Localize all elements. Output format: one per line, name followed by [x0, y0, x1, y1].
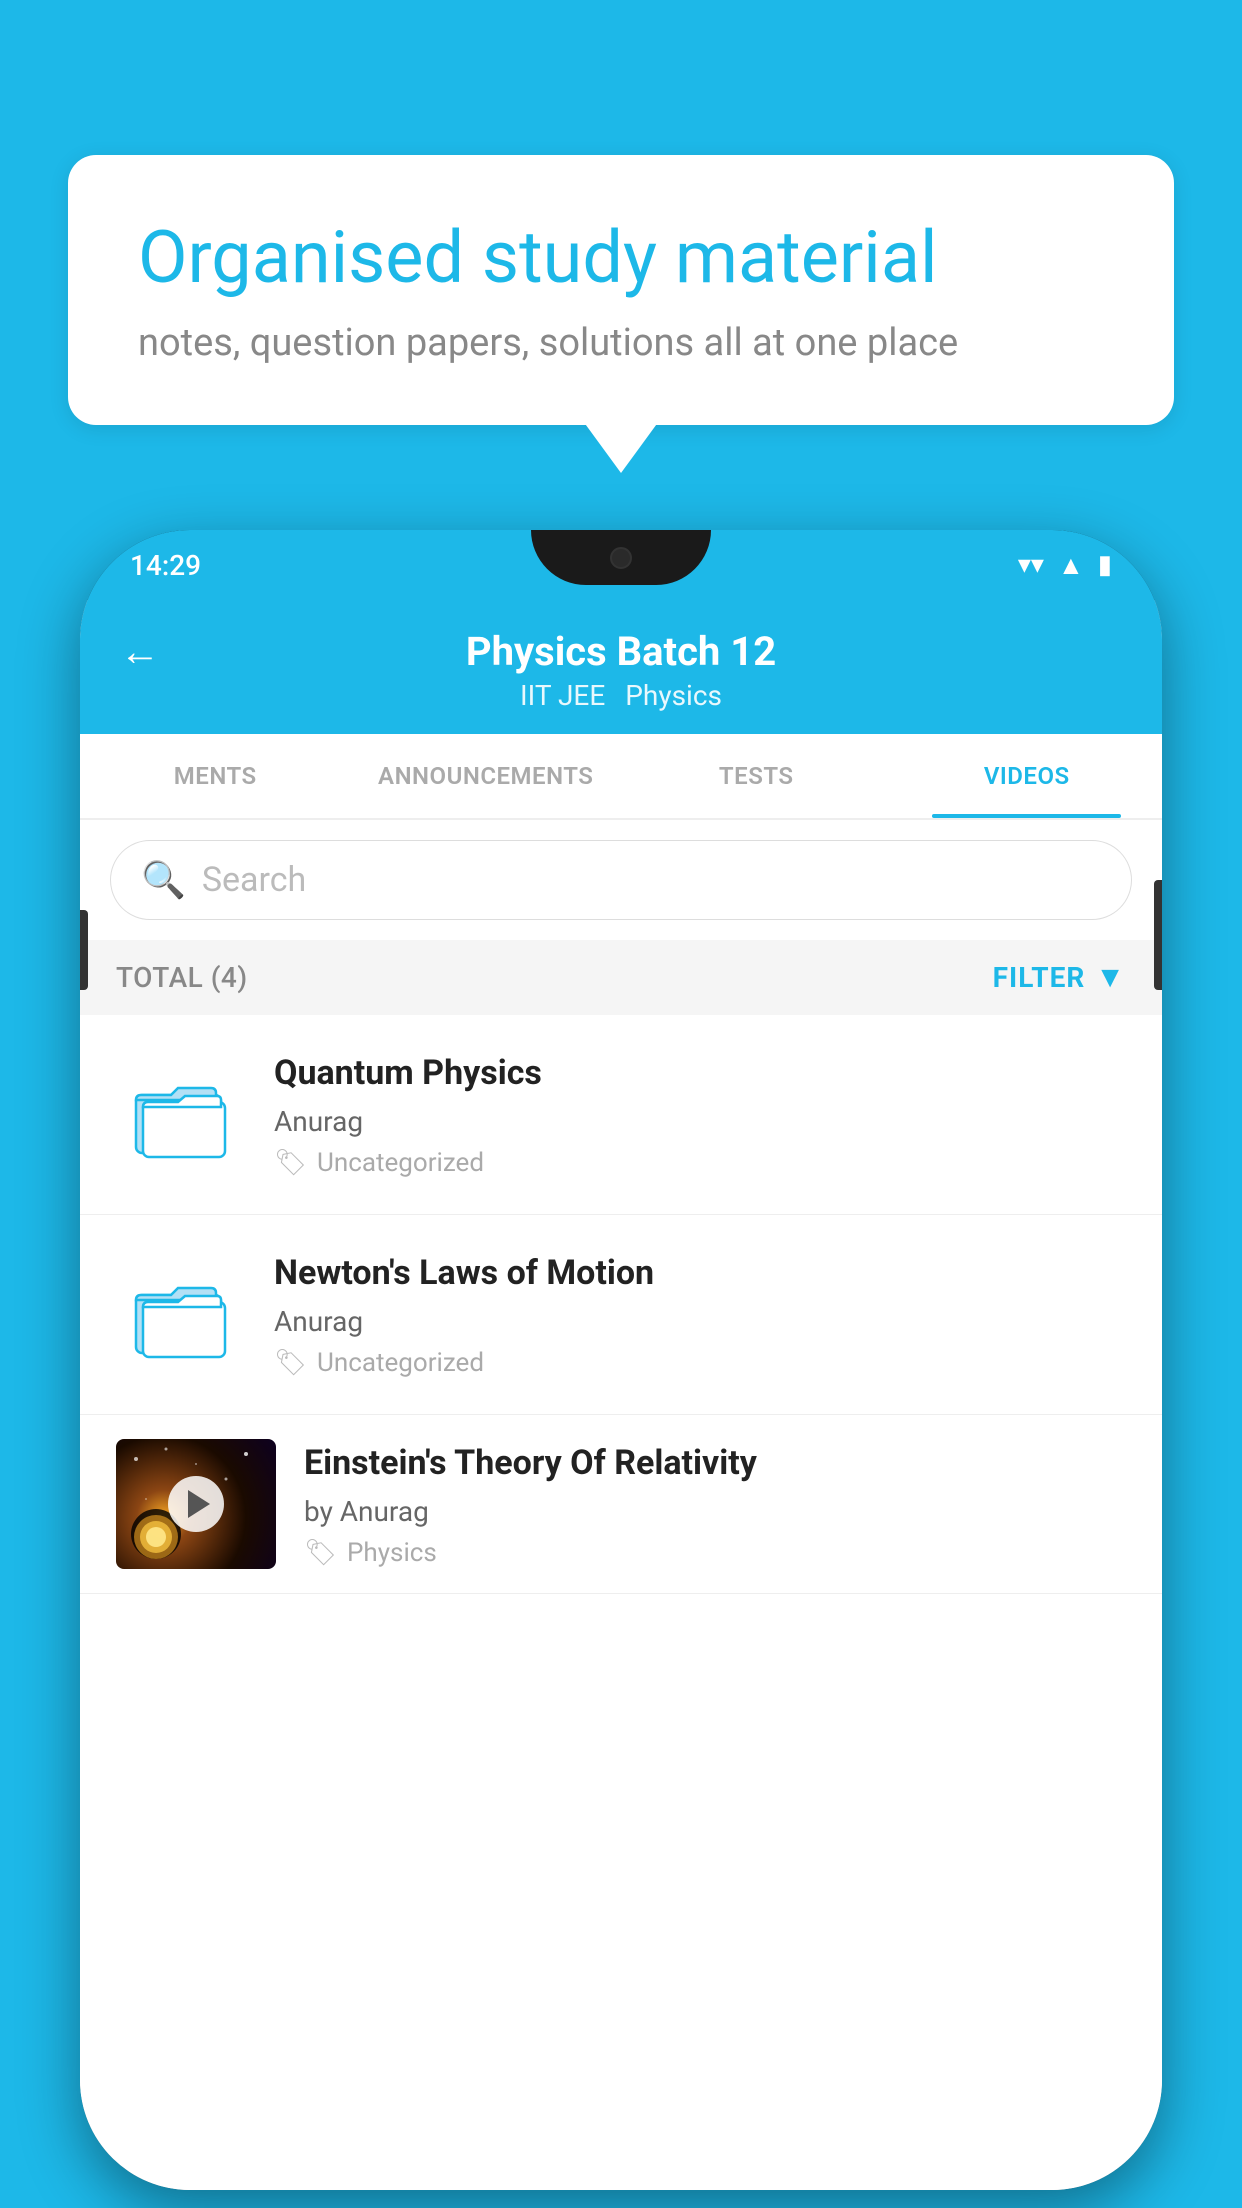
filter-button[interactable]: FILTER ▼	[993, 960, 1126, 995]
status-bar: 14:29 ▾▾ ▲ ▮	[80, 530, 1162, 600]
battery-icon: ▮	[1098, 550, 1112, 580]
folder-icon	[116, 1060, 246, 1170]
video-tag: 🏷 Physics	[304, 1538, 1126, 1568]
tag-icon: 🏷	[304, 1538, 337, 1568]
video-title: Einstein's Theory Of Relativity	[304, 1441, 1126, 1485]
status-icons: ▾▾ ▲ ▮	[1018, 550, 1112, 581]
video-info: Newton's Laws of Motion Anurag 🏷 Uncateg…	[274, 1251, 1126, 1378]
list-item[interactable]: Quantum Physics Anurag 🏷 Uncategorized	[80, 1015, 1162, 1215]
notch	[531, 530, 711, 585]
speech-bubble: Organised study material notes, question…	[68, 155, 1174, 425]
search-icon: 🔍	[141, 859, 186, 901]
status-time: 14:29	[130, 549, 201, 582]
list-item[interactable]: Newton's Laws of Motion Anurag 🏷 Uncateg…	[80, 1215, 1162, 1415]
tabs-container: MENTS ANNOUNCEMENTS TESTS VIDEOS	[80, 734, 1162, 820]
total-count: TOTAL (4)	[116, 961, 248, 994]
header-subtitle: IIT JEE Physics	[520, 679, 722, 712]
tag-icon: 🏷	[274, 1148, 307, 1178]
tab-tests[interactable]: TESTS	[621, 734, 892, 818]
search-container: 🔍 Search	[80, 820, 1162, 940]
search-input[interactable]: Search	[202, 860, 306, 900]
side-button-left	[80, 910, 88, 990]
search-bar[interactable]: 🔍 Search	[110, 840, 1132, 920]
phone-frame: 14:29 ▾▾ ▲ ▮ ← Physics Batch 12 IIT JEE …	[80, 530, 1162, 2190]
signal-icon: ▲	[1058, 550, 1084, 581]
video-thumbnail	[116, 1439, 276, 1569]
video-author: by Anurag	[304, 1495, 1126, 1528]
bubble-subtitle: notes, question papers, solutions all at…	[138, 321, 1104, 365]
app-header: ← Physics Batch 12 IIT JEE Physics	[80, 600, 1162, 734]
video-list: Quantum Physics Anurag 🏷 Uncategorized	[80, 1015, 1162, 2190]
play-button[interactable]	[168, 1476, 224, 1532]
bubble-title: Organised study material	[138, 215, 1104, 301]
video-title: Newton's Laws of Motion	[274, 1251, 1126, 1295]
folder-icon	[116, 1260, 246, 1370]
header-subtitle-right: Physics	[625, 679, 722, 712]
tab-videos[interactable]: VIDEOS	[892, 734, 1163, 818]
header-subtitle-left: IIT JEE	[520, 679, 605, 712]
wifi-icon: ▾▾	[1018, 550, 1044, 580]
tab-ments[interactable]: MENTS	[80, 734, 351, 818]
filter-icon: ▼	[1095, 960, 1126, 995]
video-author: Anurag	[274, 1305, 1126, 1338]
video-tag: 🏷 Uncategorized	[274, 1348, 1126, 1378]
filter-bar: TOTAL (4) FILTER ▼	[80, 940, 1162, 1015]
tab-announcements[interactable]: ANNOUNCEMENTS	[351, 734, 622, 818]
play-triangle-icon	[188, 1490, 210, 1518]
video-title: Quantum Physics	[274, 1051, 1126, 1095]
list-item[interactable]: Einstein's Theory Of Relativity by Anura…	[80, 1415, 1162, 1594]
video-info: Einstein's Theory Of Relativity by Anura…	[304, 1441, 1126, 1568]
side-button-right	[1154, 880, 1162, 990]
back-button[interactable]: ←	[120, 628, 160, 675]
video-info: Quantum Physics Anurag 🏷 Uncategorized	[274, 1051, 1126, 1178]
header-title: Physics Batch 12	[466, 628, 776, 675]
video-author: Anurag	[274, 1105, 1126, 1138]
tag-icon: 🏷	[274, 1348, 307, 1378]
video-tag: 🏷 Uncategorized	[274, 1148, 1126, 1178]
phone-screen: ← Physics Batch 12 IIT JEE Physics MENTS…	[80, 600, 1162, 2190]
camera	[610, 547, 632, 569]
